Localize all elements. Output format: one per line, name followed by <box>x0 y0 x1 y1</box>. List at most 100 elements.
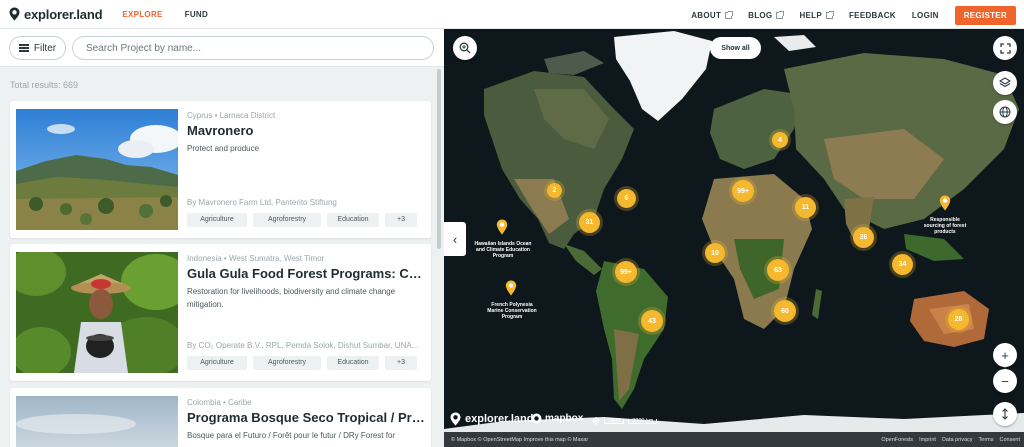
project-location: Colombia • Caribe <box>187 398 252 407</box>
show-all-button[interactable]: Show all <box>710 37 761 59</box>
project-cluster[interactable]: 63 <box>767 259 789 281</box>
project-image <box>16 396 178 447</box>
project-image <box>16 252 178 373</box>
scale-bar-b: 3000 km <box>628 418 658 424</box>
tag-agroforestry: Agroforestry <box>253 213 321 227</box>
project-title[interactable]: Mavronero <box>187 123 427 138</box>
project-description: Protect and produce <box>187 144 260 153</box>
nav-feedback[interactable]: FEEDBACK <box>849 11 896 20</box>
map-pin-icon[interactable] <box>939 195 951 211</box>
map-satellite-layer <box>444 29 1024 447</box>
project-cluster[interactable]: 10 <box>705 243 725 263</box>
pin-label: Responsible sourcing of forest products <box>923 217 967 235</box>
nav-blog-label: BLOG <box>748 11 773 20</box>
project-location: Cyprus • Larnaca District <box>187 111 276 120</box>
list-scrollbar[interactable] <box>437 69 441 249</box>
project-cluster[interactable]: 99+ <box>615 261 637 283</box>
tag-agriculture: Agriculture <box>187 213 247 227</box>
nav-help-label: HELP <box>799 11 822 20</box>
map-attribution[interactable]: © Mapbox © OpenStreetMap Improve this ma… <box>451 437 588 443</box>
footer-link-data-privacy[interactable]: Data privacy <box>942 437 973 443</box>
collapse-panel-button[interactable]: ‹ <box>444 222 466 256</box>
world-map[interactable]: Show all 4 2 6 99+ 31 11 26 10 63 99+ 34… <box>444 29 1024 447</box>
map-pin-icon[interactable] <box>496 219 508 235</box>
mapbox-logo[interactable]: mapbox <box>531 413 583 424</box>
project-cluster[interactable]: 43 <box>641 310 663 332</box>
search-zoom-icon <box>459 42 471 54</box>
reset-bearing-button[interactable] <box>993 402 1017 426</box>
pin-label: French Polynesia Marine Conservation Pro… <box>487 302 537 320</box>
nav-explore[interactable]: EXPLORE <box>122 10 162 19</box>
zoom-out-button[interactable]: − <box>993 369 1017 393</box>
crosshair-icon <box>592 417 600 425</box>
logo-pin-icon <box>450 412 461 426</box>
top-navigation-bar: explorer.land EXPLORE FUND ABOUT BLOG HE… <box>0 0 1024 29</box>
map-pin-icon[interactable] <box>505 280 517 296</box>
project-cluster[interactable]: 6 <box>617 189 636 208</box>
logo-text: explorer.land <box>24 6 103 22</box>
project-cluster[interactable]: 4 <box>772 132 788 148</box>
footer-link-imprint[interactable]: Imprint <box>919 437 936 443</box>
project-cluster[interactable]: 28 <box>948 309 969 330</box>
layers-icon <box>999 77 1011 88</box>
filter-label: Filter <box>33 42 57 54</box>
map-brand-logo: explorer.land <box>450 412 533 426</box>
external-link-icon <box>725 11 734 19</box>
compass-icon <box>1002 408 1008 420</box>
fullscreen-icon <box>999 42 1011 54</box>
zoom-in-button[interactable]: + <box>993 343 1017 367</box>
tag-more[interactable]: +3 <box>385 356 417 370</box>
project-cluster[interactable]: 34 <box>892 254 913 275</box>
logo-pin-icon <box>9 7 20 21</box>
footer-link-openforests[interactable]: OpenForests <box>881 437 913 443</box>
explorer-land-logo[interactable]: explorer.land <box>9 6 103 22</box>
mapbox-text: mapbox <box>545 413 584 424</box>
project-cluster[interactable]: 60 <box>774 300 796 322</box>
nav-login[interactable]: LOGIN <box>912 11 939 20</box>
tag-agroforestry: Agroforestry <box>253 356 321 370</box>
project-image <box>16 109 178 230</box>
project-card[interactable]: Indonesia • West Sumatra, West Timor Gul… <box>10 244 431 381</box>
map-attribution-bar: © Mapbox © OpenStreetMap Improve this ma… <box>444 432 1024 447</box>
scale-bar-a: 2000 <box>604 418 625 424</box>
project-cluster[interactable]: 99+ <box>732 180 754 202</box>
footer-link-consent[interactable]: Consent <box>1000 437 1021 443</box>
chevron-left-icon: ‹ <box>452 231 458 247</box>
nav-help[interactable]: HELP <box>799 11 834 20</box>
project-description: Bosque para el Futuro / Forêt pour le fu… <box>187 431 396 440</box>
nav-about[interactable]: ABOUT <box>691 11 734 20</box>
footer-link-terms[interactable]: Terms <box>979 437 994 443</box>
search-row: Filter <box>0 29 444 67</box>
sliders-icon <box>18 44 29 52</box>
globe-icon <box>999 106 1011 118</box>
nav-blog[interactable]: BLOG <box>748 11 785 20</box>
project-title[interactable]: Gula Gula Food Forest Programs: Carbon .… <box>187 266 427 281</box>
project-title[interactable]: Programa Bosque Seco Tropical / Progra..… <box>187 410 427 425</box>
project-location: Indonesia • West Sumatra, West Timor <box>187 254 325 263</box>
fullscreen-button[interactable] <box>993 36 1017 60</box>
project-card[interactable]: Colombia • Caribe Programa Bosque Seco T… <box>10 388 431 447</box>
zoom-to-fit-button[interactable] <box>453 36 477 60</box>
register-button[interactable]: REGISTER <box>954 6 1016 25</box>
mapbox-icon <box>531 413 542 424</box>
project-cluster[interactable]: 11 <box>795 197 816 218</box>
pin-label: Hawaiian Islands Ocean and Climate Educa… <box>474 241 532 259</box>
total-results: Total results: 669 <box>10 80 79 90</box>
layers-button[interactable] <box>993 71 1017 95</box>
nav-fund[interactable]: FUND <box>185 10 208 19</box>
tag-more[interactable]: +3 <box>385 213 417 227</box>
project-card[interactable]: Cyprus • Larnaca District Mavronero Prot… <box>10 101 431 238</box>
project-tags: Agriculture Agroforestry Education +3 <box>187 356 417 370</box>
project-cluster[interactable]: 31 <box>579 212 600 233</box>
project-cluster[interactable]: 2 <box>547 183 562 198</box>
map-scale: 2000 3000 km <box>592 417 658 425</box>
plus-icon: + <box>1001 347 1009 363</box>
nav-about-label: ABOUT <box>691 11 722 20</box>
tag-agriculture: Agriculture <box>187 356 247 370</box>
filter-button[interactable]: Filter <box>9 36 66 60</box>
minus-icon: − <box>1001 373 1009 389</box>
project-search-input[interactable] <box>72 36 434 60</box>
map-brand-text: explorer.land <box>465 413 534 425</box>
project-cluster[interactable]: 26 <box>853 227 874 248</box>
globe-button[interactable] <box>993 100 1017 124</box>
